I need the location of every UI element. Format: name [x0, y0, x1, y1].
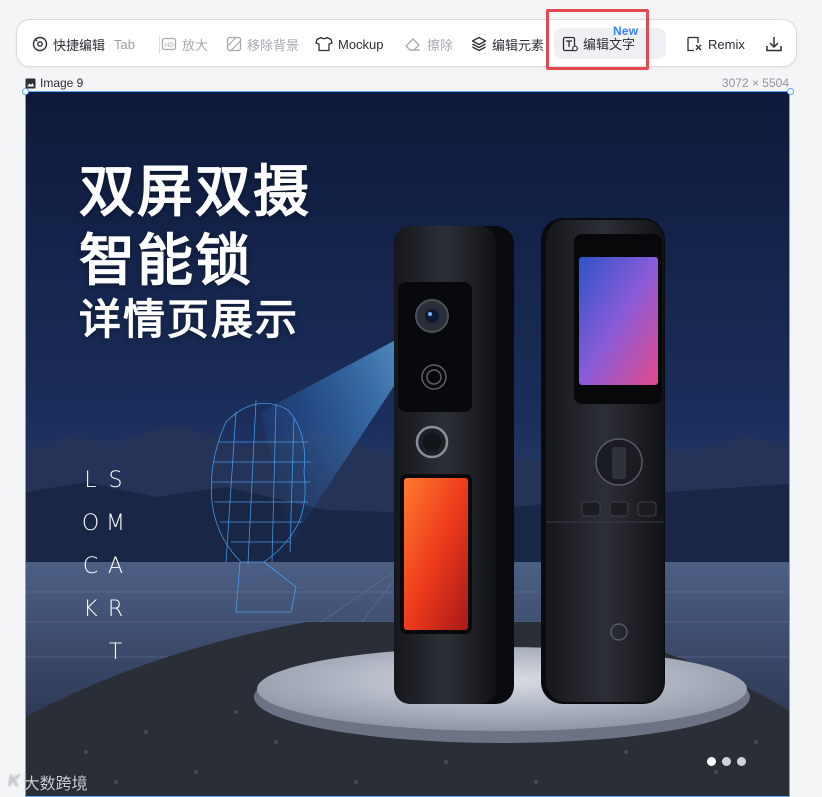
mockup-button[interactable]: Mockup: [315, 29, 384, 59]
quick-edit-icon: [32, 36, 48, 52]
quick-edit-shortcut: Tab: [114, 36, 135, 52]
remix-button[interactable]: Remix: [685, 29, 745, 59]
upscale-button[interactable]: HD 放大: [161, 29, 208, 59]
carousel-dot-1[interactable]: [707, 757, 716, 766]
carousel-dot-3[interactable]: [737, 757, 746, 766]
svg-text:HD: HD: [165, 43, 174, 49]
erase-label: 擦除: [427, 37, 454, 53]
image-icon: [25, 78, 36, 88]
image-name: Image 9: [25, 76, 83, 90]
edit-elements-button[interactable]: 编辑元素: [471, 29, 544, 59]
watermark-text: 大数跨境: [23, 776, 88, 793]
mockup-label: Mockup: [338, 36, 384, 52]
carousel-dots: [707, 757, 746, 766]
headline-line-3: 详情页展示: [79, 296, 300, 343]
image-dimensions: 3072 × 5504: [721, 76, 789, 90]
front-lock: [394, 226, 514, 704]
watermark-logo: K: [8, 773, 20, 790]
eraser-icon: [405, 38, 420, 51]
toolbar-divider: [159, 36, 160, 54]
resize-handle-top-left[interactable]: [22, 88, 29, 95]
quick-edit-button[interactable]: 快捷编辑 Tab: [32, 29, 135, 59]
upscale-label: 放大: [182, 37, 209, 53]
image-canvas[interactable]: 双屏双摄 智能锁 详情页展示 SMART LOCK: [25, 91, 790, 797]
editor-toolbar: 快捷编辑 Tab HD 放大 移除背景 Mockup 擦除 编辑元素 ··· R…: [16, 19, 797, 67]
edit-text-highlight: [546, 9, 649, 70]
remix-label: Remix: [708, 36, 745, 52]
remove-background-button[interactable]: 移除背景: [226, 29, 299, 59]
download-icon: [766, 37, 782, 52]
back-lock: [541, 218, 665, 704]
tshirt-icon: [315, 36, 333, 52]
layers-icon: [471, 36, 487, 52]
smart-lock-vertical-text: SMART LOCK: [78, 468, 128, 683]
erase-button[interactable]: 擦除: [404, 29, 453, 59]
image-name-label: Image 9: [40, 76, 84, 90]
resize-handle-top-right[interactable]: [787, 88, 794, 95]
carousel-dot-2[interactable]: [722, 757, 731, 766]
edit-elements-label: 编辑元素: [492, 37, 545, 53]
remove-background-icon: [226, 36, 242, 52]
watermark: K 大数跨境: [8, 770, 88, 794]
headline-line-2: 智能锁: [79, 229, 253, 292]
remix-icon: [687, 36, 702, 52]
download-button[interactable]: [765, 29, 783, 59]
new-badge: New: [613, 24, 639, 38]
remove-background-label: 移除背景: [247, 37, 300, 53]
hd-icon: HD: [161, 37, 177, 51]
quick-edit-label: 快捷编辑: [53, 37, 106, 53]
